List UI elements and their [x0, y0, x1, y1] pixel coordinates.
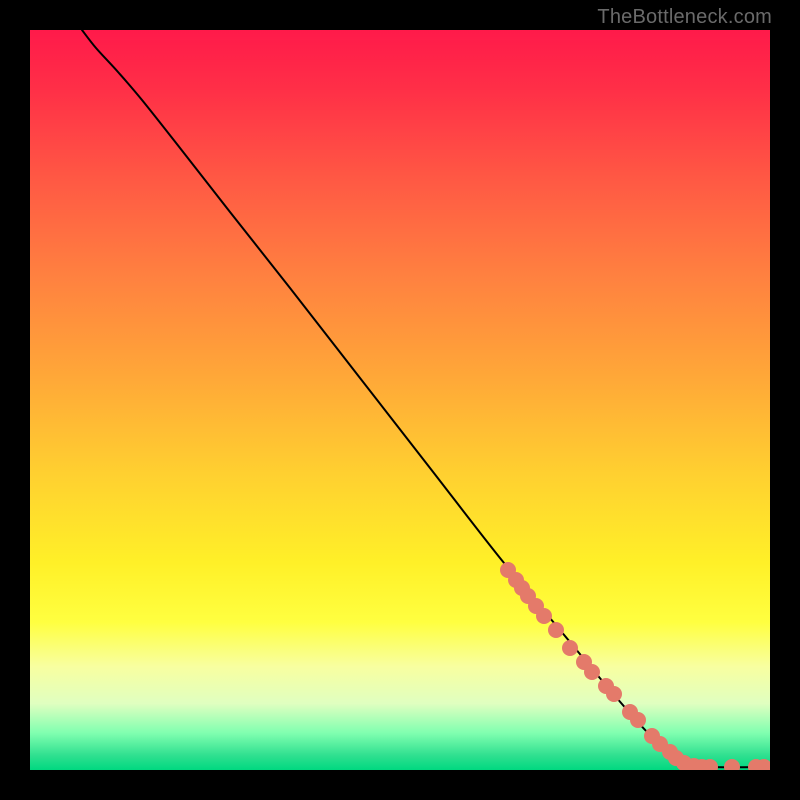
marker-dot [606, 686, 622, 702]
marker-dot [562, 640, 578, 656]
marker-dot [724, 759, 740, 770]
chart-container: TheBottleneck.com [0, 0, 800, 800]
plot-area [30, 30, 770, 770]
marker-dot [630, 712, 646, 728]
markers-layer [30, 30, 770, 770]
marker-dot [584, 664, 600, 680]
marker-dot [536, 608, 552, 624]
watermark-text: TheBottleneck.com [597, 6, 772, 29]
marker-dot [548, 622, 564, 638]
scatter-markers [500, 562, 770, 770]
